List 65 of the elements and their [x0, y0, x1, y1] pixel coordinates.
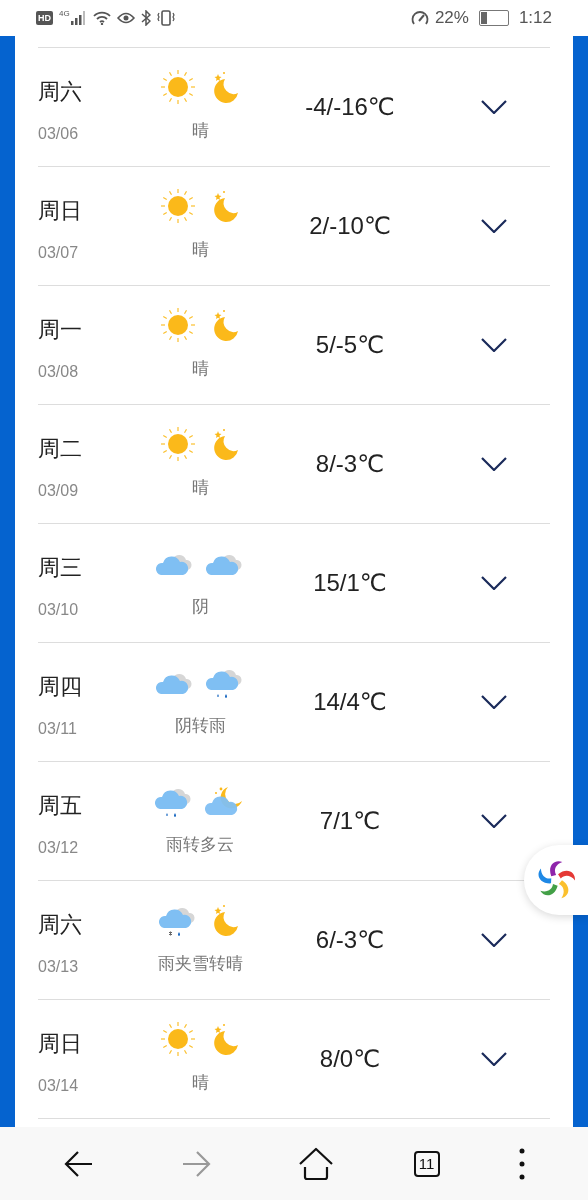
- date-label: 03/08: [38, 363, 80, 381]
- vibrate-icon: [156, 10, 175, 26]
- weekday-label: 周五: [38, 792, 83, 820]
- temperature-range: 8/-3℃: [315, 450, 385, 478]
- clock-time: 1:12: [518, 8, 552, 28]
- speedometer-icon: [410, 10, 429, 26]
- weather-condition: 雨夹雪转晴: [157, 952, 243, 975]
- hd-badge: HD: [36, 11, 53, 25]
- weather-condition: 晴: [191, 476, 209, 499]
- chevron-down-icon[interactable]: [481, 933, 507, 947]
- date-label: 03/12: [38, 839, 80, 857]
- signal-icon: [70, 11, 87, 25]
- temperature-range: 2/-10℃: [309, 212, 391, 240]
- temperature-range: -4/-16℃: [305, 93, 395, 121]
- chevron-down-icon[interactable]: [481, 338, 507, 352]
- weather-condition: 晴: [191, 238, 209, 261]
- network-type: 4G: [59, 9, 70, 18]
- swirl-logo-icon: [536, 860, 576, 900]
- date-label: 03/10: [38, 601, 80, 619]
- chevron-down-icon[interactable]: [481, 814, 507, 828]
- weekday-label: 周日: [38, 1030, 83, 1058]
- temperature-range: 8/0℃: [319, 1045, 381, 1073]
- weather-condition: 晴: [191, 1071, 209, 1094]
- more-dots-icon[interactable]: [519, 1147, 526, 1180]
- date-label: 03/14: [38, 1077, 80, 1095]
- weather-condition: 晴: [191, 119, 209, 142]
- temperature-range: 6/-3℃: [315, 926, 385, 954]
- chevron-down-icon[interactable]: [481, 457, 507, 471]
- date-label: 03/13: [38, 958, 80, 976]
- weekday-label: 周六: [38, 78, 83, 106]
- weekday-label: 周三: [38, 554, 83, 582]
- weather-condition: 阴: [191, 595, 209, 618]
- temperature-range: 15/1℃: [313, 569, 387, 597]
- weather-condition: 阴转雨: [174, 714, 226, 737]
- wifi-icon: [92, 11, 111, 25]
- chevron-down-icon[interactable]: [481, 695, 507, 709]
- weather-condition: 雨转多云: [166, 833, 234, 856]
- weekday-label: 周六: [38, 911, 83, 939]
- weekday-label: 周一: [38, 316, 83, 344]
- weekday-label: 周日: [38, 197, 83, 225]
- temperature-range: 7/1℃: [319, 807, 381, 835]
- date-label: 03/06: [38, 125, 80, 143]
- temperature-range: 14/4℃: [313, 688, 387, 716]
- sun-icon: [158, 425, 198, 462]
- battery-icon: [478, 10, 509, 26]
- sun-icon: [158, 306, 198, 343]
- chevron-down-icon[interactable]: [481, 219, 507, 233]
- chevron-down-icon[interactable]: [481, 576, 507, 590]
- date-label: 03/11: [38, 720, 78, 738]
- chevron-down-icon[interactable]: [481, 1052, 507, 1066]
- sun-icon: [158, 68, 198, 105]
- bluetooth-icon: [140, 10, 151, 26]
- chevron-down-icon[interactable]: [481, 100, 507, 114]
- temperature-range: 5/-5℃: [315, 331, 385, 359]
- weather-condition: 晴: [191, 357, 209, 380]
- date-label: 03/07: [38, 244, 80, 262]
- sun-icon: [158, 1020, 198, 1057]
- battery-percent: 22%: [434, 8, 469, 28]
- home-icon[interactable]: [298, 1146, 334, 1181]
- eye-icon: [116, 12, 135, 24]
- date-label: 03/09: [38, 482, 80, 500]
- sun-icon: [158, 187, 198, 224]
- weekday-label: 周二: [38, 435, 83, 463]
- weekday-label: 周四: [38, 673, 83, 701]
- tab-count-button[interactable]: 11: [413, 1150, 440, 1177]
